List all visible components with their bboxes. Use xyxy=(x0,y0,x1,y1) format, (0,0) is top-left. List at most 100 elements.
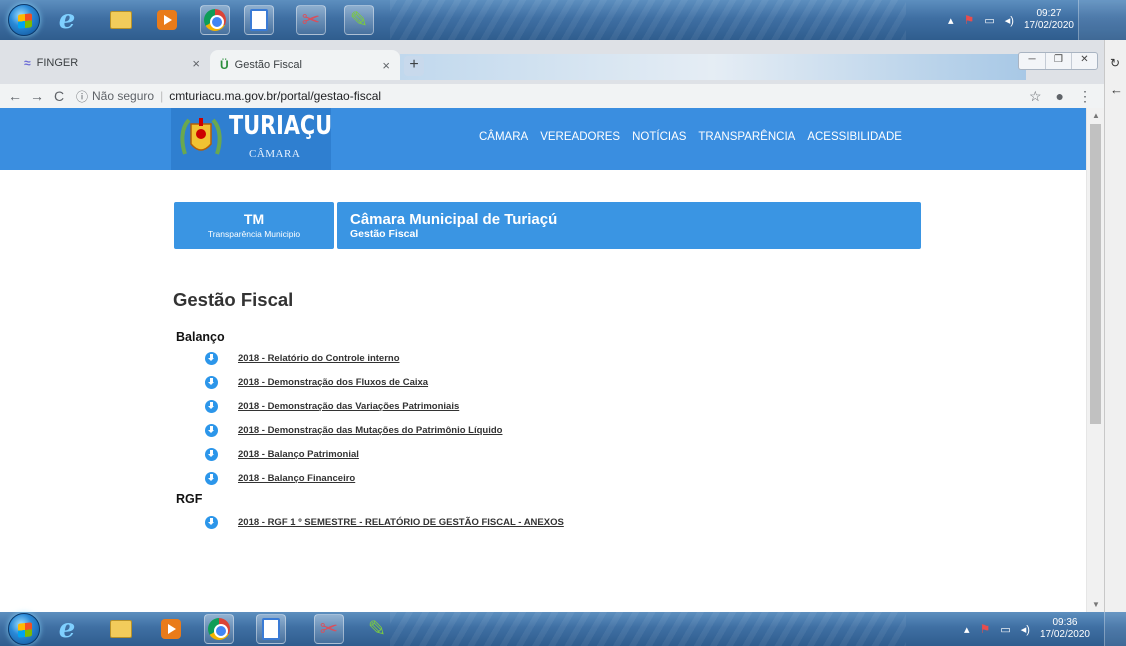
download-icon xyxy=(205,351,218,365)
page-scrollbar[interactable]: ▲ ▼ xyxy=(1086,108,1104,612)
document-link[interactable]: 2018 - Demonstração dos Fluxos de Caixa xyxy=(205,374,428,390)
document-link[interactable]: 2018 - RGF 1 º SEMESTRE - RELATÓRIO DE G… xyxy=(205,514,564,530)
close-icon[interactable]: × xyxy=(192,56,200,71)
bookmark-star-icon[interactable]: ☆ xyxy=(1029,88,1042,105)
window-controls: ─ ❐ ✕ xyxy=(1018,52,1098,70)
forward-icon[interactable]: → xyxy=(26,88,48,104)
clock[interactable]: 09:36 17/02/2020 xyxy=(1040,617,1090,641)
clock-time: 09:36 xyxy=(1052,617,1078,628)
show-desktop-button[interactable] xyxy=(1078,0,1126,40)
nav-noticias[interactable]: NOTÍCIAS xyxy=(632,131,686,143)
document-link[interactable]: 2018 - Demonstração das Mutações do Patr… xyxy=(205,422,502,438)
tab-gestao-fiscal[interactable]: Ü Gestão Fiscal × xyxy=(210,50,400,80)
new-tab-button[interactable]: + xyxy=(404,56,424,76)
site-logo[interactable]: TURIAÇU CÂMARA xyxy=(171,108,333,170)
outer-window-edge: ↻ ← xyxy=(1104,40,1126,612)
tab-strip-background xyxy=(400,54,1026,80)
address-bar[interactable]: ⓘ Não seguro | cmturiacu.ma.gov.br/porta… xyxy=(76,88,381,105)
finger-favicon-icon: ≈ xyxy=(24,56,31,70)
clock-date: 17/02/2020 xyxy=(1039,629,1090,640)
reload-icon[interactable]: ↻ xyxy=(1110,56,1120,70)
clock-date: 17/02/2020 xyxy=(1023,20,1074,31)
reload-icon[interactable]: C xyxy=(48,88,70,104)
document-link-label: 2018 - Demonstração das Variações Patrim… xyxy=(238,400,460,412)
media-player-icon[interactable] xyxy=(152,5,182,35)
document-link[interactable]: 2018 - Balanço Financeiro xyxy=(205,470,355,486)
document-icon[interactable] xyxy=(244,5,274,35)
taskbar-decoration xyxy=(390,612,906,646)
page-banner: Câmara Municipal de Turiaçú Gestão Fisca… xyxy=(337,202,921,249)
browser-tab-strip: ≈ FINGER × Ü Gestão Fiscal × + ─ ❐ ✕ xyxy=(0,40,1126,84)
snipping-tool-icon[interactable]: ✂ xyxy=(296,5,326,35)
security-label: Não seguro xyxy=(92,89,155,103)
nav-acessibilidade[interactable]: ACESSIBILIDADE xyxy=(807,131,902,143)
tm-badge: TM Transparência Municipio xyxy=(174,202,334,249)
tm-subtitle: Transparência Municipio xyxy=(207,229,301,239)
windows-start-icon[interactable] xyxy=(8,613,40,645)
snipping-tool-icon[interactable]: ✂ xyxy=(314,614,344,644)
group-heading-rgf: RGF xyxy=(176,492,203,506)
paint-icon[interactable]: ✎ xyxy=(344,5,374,35)
nav-camara[interactable]: CÂMARA xyxy=(479,131,528,143)
minimize-button[interactable]: ─ xyxy=(1019,53,1045,69)
document-icon[interactable] xyxy=(256,614,286,644)
restore-button[interactable]: ❐ xyxy=(1045,53,1071,69)
site-header: TURIAÇU CÂMARA CÂMARA VEREADORES NOTÍCIA… xyxy=(0,108,1086,170)
document-link-label: 2018 - Balanço Patrimonial xyxy=(238,448,359,460)
file-explorer-icon[interactable] xyxy=(106,614,136,644)
download-icon xyxy=(205,471,218,485)
download-icon xyxy=(205,375,218,389)
coat-of-arms-icon xyxy=(180,118,222,155)
tab-finger[interactable]: ≈ FINGER × xyxy=(14,48,210,78)
address-separator: | xyxy=(160,89,164,103)
logo-wordmark: TURIAÇU xyxy=(229,111,333,141)
close-window-button[interactable]: ✕ xyxy=(1071,53,1097,69)
nav-transparencia[interactable]: TRANSPARÊNCIA xyxy=(698,131,795,143)
document-link[interactable]: 2018 - Demonstração das Variações Patrim… xyxy=(205,398,459,414)
turiacu-favicon-icon: Ü xyxy=(220,58,229,72)
page-title: Gestão Fiscal xyxy=(173,289,294,310)
nav-vereadores[interactable]: VEREADORES xyxy=(540,131,620,143)
back-icon[interactable]: ← xyxy=(4,88,26,104)
clock-time: 09:27 xyxy=(1036,8,1062,19)
network-icon[interactable]: ▭ xyxy=(984,14,994,27)
volume-icon[interactable]: ◂) xyxy=(1021,623,1030,636)
system-tray: ▴ ⚑ ▭ ◂) 09:36 17/02/2020 xyxy=(964,612,1090,646)
action-center-flag-icon[interactable]: ⚑ xyxy=(980,622,991,636)
org-title: Câmara Municipal de Turiaçú xyxy=(350,211,558,228)
download-icon xyxy=(205,423,218,437)
internet-explorer-icon[interactable]: e xyxy=(52,614,82,644)
system-tray: ▴ ⚑ ▭ ◂) 09:27 17/02/2020 xyxy=(948,0,1074,40)
scroll-down-icon[interactable]: ▼ xyxy=(1092,600,1100,609)
tray-expand-icon[interactable]: ▴ xyxy=(964,623,970,636)
tab-title: FINGER xyxy=(36,57,79,69)
internet-explorer-icon[interactable]: e xyxy=(52,5,82,35)
toolbar-actions: ☆ ● ⋮ xyxy=(1029,88,1092,105)
close-icon[interactable]: × xyxy=(382,58,390,73)
document-link-label: 2018 - Demonstração dos Fluxos de Caixa xyxy=(238,376,429,388)
tm-title: TM xyxy=(243,211,265,227)
download-icon xyxy=(205,515,218,529)
back-arrow-icon[interactable]: ← xyxy=(1110,82,1123,97)
file-explorer-icon[interactable] xyxy=(106,5,136,35)
scrollbar-thumb[interactable] xyxy=(1090,124,1101,424)
chrome-icon[interactable] xyxy=(200,5,230,35)
chrome-icon[interactable] xyxy=(204,614,234,644)
document-link[interactable]: 2018 - Relatório do Controle interno xyxy=(205,350,400,366)
info-icon[interactable]: ⓘ xyxy=(76,88,88,105)
tab-title: Gestão Fiscal xyxy=(234,59,302,71)
tray-expand-icon[interactable]: ▴ xyxy=(948,14,954,27)
scroll-up-icon[interactable]: ▲ xyxy=(1092,111,1100,120)
clock[interactable]: 09:27 17/02/2020 xyxy=(1024,8,1074,32)
show-desktop-button[interactable] xyxy=(1104,612,1126,646)
paint-icon[interactable]: ✎ xyxy=(362,614,392,644)
document-link[interactable]: 2018 - Balanço Patrimonial xyxy=(205,446,359,462)
media-player-icon[interactable] xyxy=(156,614,186,644)
volume-icon[interactable]: ◂) xyxy=(1005,14,1014,27)
network-icon[interactable]: ▭ xyxy=(1000,623,1010,636)
menu-kebab-icon[interactable]: ⋮ xyxy=(1078,88,1092,105)
windows-start-icon[interactable] xyxy=(8,4,40,36)
group-heading-balanco: Balanço xyxy=(176,330,225,344)
action-center-flag-icon[interactable]: ⚑ xyxy=(964,13,975,27)
profile-icon[interactable]: ● xyxy=(1056,88,1064,105)
